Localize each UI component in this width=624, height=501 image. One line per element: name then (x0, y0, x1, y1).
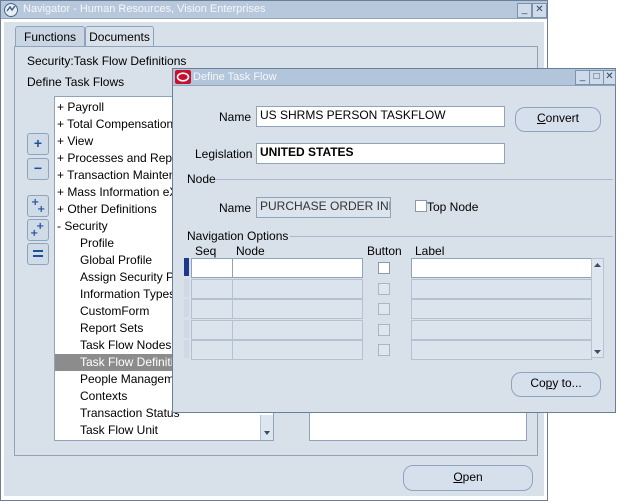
maximize-icon[interactable]: □ (589, 70, 604, 85)
node-column-header: Node (236, 244, 265, 258)
node-cell[interactable] (232, 299, 363, 319)
minimize-icon[interactable]: _ (517, 3, 532, 18)
node-cell[interactable] (232, 279, 363, 299)
close-icon[interactable]: ✕ (532, 3, 547, 18)
label-cell[interactable] (411, 258, 592, 278)
legislation-label: Legislation (195, 147, 253, 161)
node-section-label: Node (187, 172, 216, 186)
minimize-icon[interactable]: _ (575, 70, 590, 85)
open-button[interactable]: Open (403, 465, 533, 491)
context-label: Security:Task Flow Definitions (27, 54, 187, 68)
navigator-title: Navigator - Human Resources, Vision Ente… (23, 3, 266, 15)
seq-cell[interactable] (191, 340, 233, 360)
oracle-logo-icon (4, 3, 18, 17)
seq-column-header: Seq (195, 244, 217, 258)
scroll-down-icon[interactable] (592, 347, 603, 357)
node-separator (215, 179, 613, 180)
node-cell[interactable] (232, 258, 363, 278)
tree-item[interactable]: Task Flow Unit (55, 422, 255, 439)
nav-options-separator (290, 236, 613, 237)
navigation-options-label: Navigation Options (187, 229, 289, 243)
label-cell[interactable] (411, 299, 592, 319)
top-node-label: Top Node (427, 200, 479, 214)
taskflow-name-field[interactable]: US SHRMS PERSON TASKFLOW (256, 106, 505, 127)
label-column-header: Label (415, 244, 445, 258)
seq-cell[interactable] (191, 279, 233, 299)
open-label: pen (462, 470, 483, 484)
node-name-field[interactable]: PURCHASE ORDER INFO (256, 197, 391, 218)
row-indicator[interactable] (184, 299, 189, 317)
row-indicator[interactable] (184, 279, 189, 297)
expand-all-button[interactable]: + + (27, 219, 49, 241)
grid-scrollbar[interactable] (591, 258, 604, 358)
legislation-field[interactable]: UNITED STATES (256, 143, 505, 164)
oracle-logo-icon (175, 70, 191, 84)
label-cell[interactable] (411, 320, 592, 340)
expand-branch-icon: + + (31, 197, 45, 215)
convert-mnemonic: C (536, 111, 546, 125)
expand-button[interactable]: + (27, 133, 49, 155)
button-checkbox[interactable] (378, 303, 390, 315)
label-cell[interactable] (411, 279, 592, 299)
button-checkbox[interactable] (378, 344, 390, 356)
seq-cell[interactable] (191, 258, 233, 278)
label-cell[interactable] (411, 340, 592, 360)
collapse-all-button[interactable] (27, 243, 49, 265)
plus-icon: + (33, 135, 43, 151)
section-label: Define Task Flows (27, 75, 125, 89)
top-node-checkbox[interactable] (415, 200, 427, 212)
close-icon[interactable]: ✕ (603, 70, 616, 85)
copy-to-button[interactable]: Copy to... (511, 372, 601, 397)
svg-text:+: + (30, 228, 38, 238)
dialog-title: Define Task Flow (193, 71, 277, 83)
scroll-down-icon[interactable] (261, 427, 273, 439)
svg-text:+: + (37, 204, 45, 214)
convert-label: onvert (545, 111, 580, 125)
minus-icon: − (33, 160, 43, 176)
copy-label-end: y to... (552, 376, 582, 390)
expand-branch-button[interactable]: + + (27, 195, 49, 217)
copy-label-start: Co (530, 376, 546, 390)
seq-cell[interactable] (191, 299, 233, 319)
collapse-all-icon (33, 250, 43, 257)
row-indicator[interactable] (184, 258, 189, 276)
convert-button[interactable]: Convert (515, 107, 601, 132)
expand-all-icon: + + (30, 221, 44, 239)
collapse-button[interactable]: − (27, 158, 49, 180)
scroll-up-icon[interactable] (592, 260, 603, 270)
button-checkbox[interactable] (378, 262, 390, 274)
row-indicator[interactable] (184, 340, 189, 358)
node-name-label: Name (219, 201, 252, 215)
tree-scrollbar[interactable] (260, 415, 273, 440)
name-label: Name (219, 110, 252, 124)
navigator-title-bar[interactable]: Navigator - Human Resources, Vision Ente… (1, 1, 547, 19)
document-list[interactable] (309, 410, 527, 441)
node-cell[interactable] (232, 340, 363, 360)
button-column-header: Button (367, 244, 402, 258)
seq-cell[interactable] (191, 320, 233, 340)
node-cell[interactable] (232, 320, 363, 340)
button-checkbox[interactable] (378, 283, 390, 295)
open-mnemonic: O (453, 470, 463, 484)
row-indicator[interactable] (184, 320, 189, 338)
dialog-title-bar[interactable]: Define Task Flow _ □ ✕ (173, 69, 616, 86)
button-checkbox[interactable] (378, 324, 390, 336)
